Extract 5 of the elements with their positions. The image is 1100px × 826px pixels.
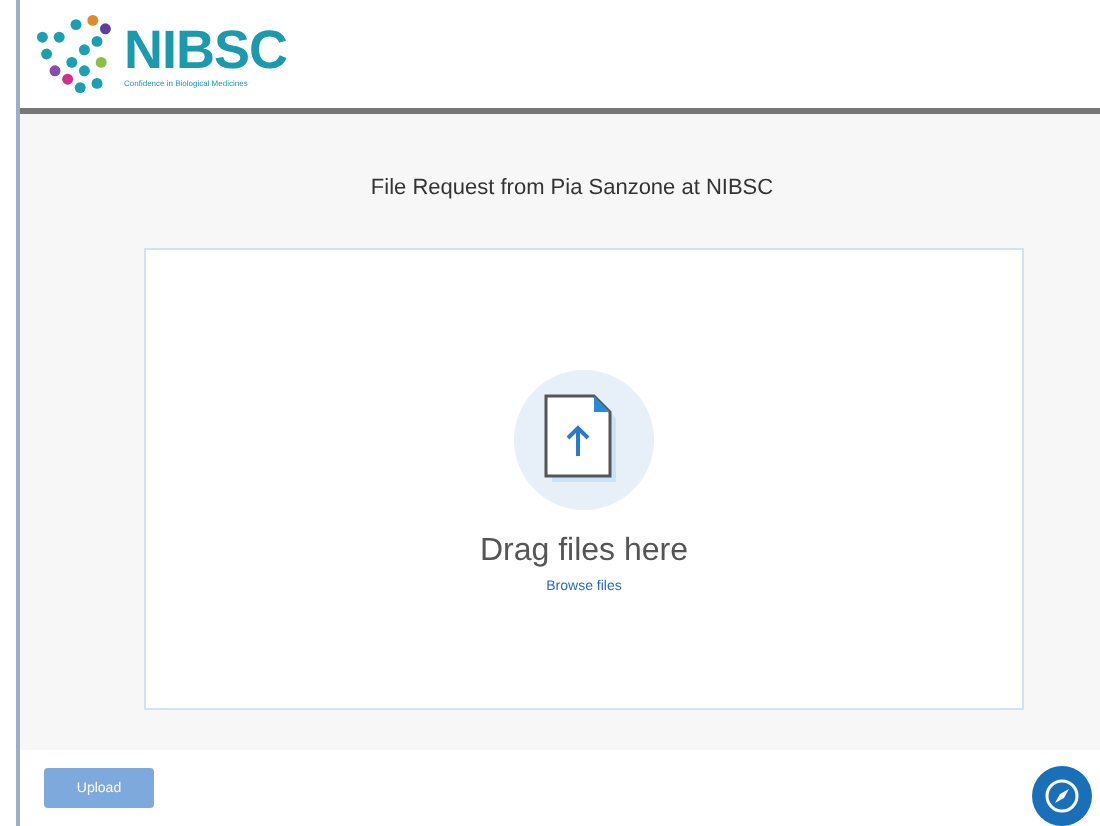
drag-prompt: Drag files here xyxy=(479,534,689,570)
compass-icon xyxy=(1044,778,1080,814)
compass-button[interactable] xyxy=(1032,766,1092,826)
logo-text: NIBSC xyxy=(124,21,288,77)
request-title: File Request from Pia Sanzone at NIBSC xyxy=(370,176,774,200)
